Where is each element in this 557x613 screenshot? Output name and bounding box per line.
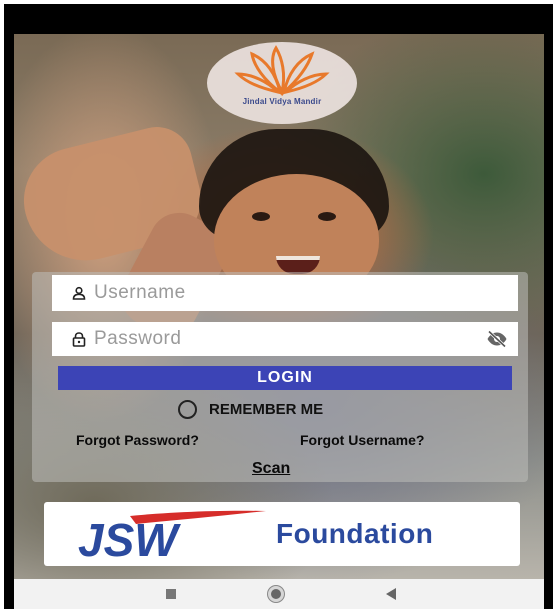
username-field[interactable]	[52, 275, 518, 311]
password-input[interactable]	[94, 328, 454, 350]
forgot-username-link[interactable]: Forgot Username?	[300, 432, 424, 448]
forgot-password-link[interactable]: Forgot Password?	[76, 432, 199, 448]
eye-off-icon[interactable]	[486, 330, 508, 348]
recent-apps-icon[interactable]	[166, 589, 176, 599]
remember-me-option[interactable]: REMEMBER ME	[178, 400, 323, 419]
home-icon[interactable]	[268, 586, 284, 602]
background-photo-eye	[318, 212, 336, 221]
status-bar	[4, 4, 553, 34]
school-logo-text: Jindal Vidya Mandir	[242, 97, 322, 106]
remember-me-radio[interactable]	[178, 400, 197, 419]
person-icon	[72, 285, 88, 301]
jsw-logo-icon: JSW	[78, 510, 266, 560]
remember-me-label: REMEMBER ME	[209, 401, 324, 418]
scan-link[interactable]: Scan	[252, 460, 290, 478]
back-icon[interactable]	[386, 588, 396, 600]
sponsor-name: Foundation	[276, 518, 434, 549]
sponsor-banner: JSW Foundation	[44, 502, 520, 566]
password-field[interactable]	[52, 322, 518, 356]
login-button[interactable]: LOGIN	[58, 366, 512, 390]
background-photo-eye	[252, 212, 270, 221]
username-input[interactable]	[94, 282, 454, 304]
phone-frame: Jindal Vidya Mandir Username LOGIN REMEM…	[4, 4, 553, 609]
lock-icon	[72, 331, 88, 347]
lotus-logo-icon	[234, 45, 330, 97]
android-nav-bar	[14, 579, 544, 609]
school-logo: Jindal Vidya Mandir	[207, 42, 357, 124]
login-screen: Jindal Vidya Mandir Username LOGIN REMEM…	[14, 34, 544, 579]
login-form: LOGIN REMEMBER ME Forgot Password? Forgo…	[32, 272, 528, 482]
jsw-mark-text: JSW	[78, 514, 181, 560]
